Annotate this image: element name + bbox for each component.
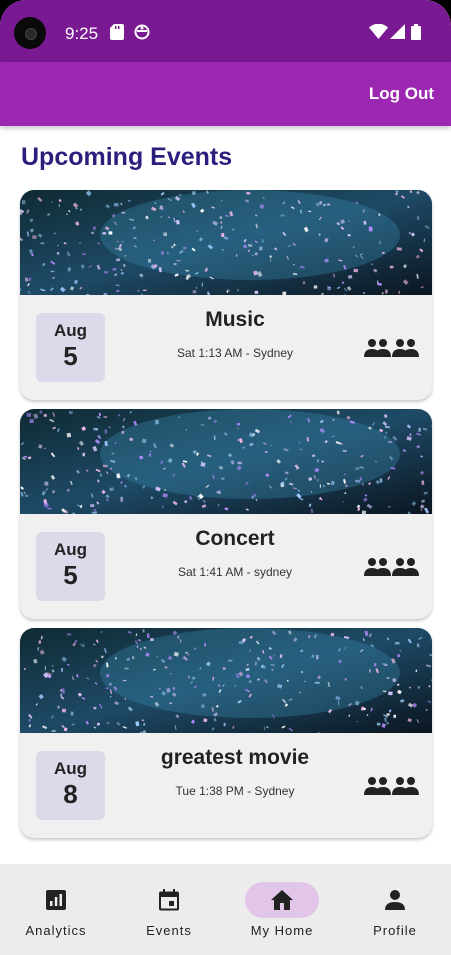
date-month: Aug (53, 540, 88, 559)
nav-label: My Home (250, 923, 314, 938)
bottom-navigation: Analytics Events My Home Profile (0, 864, 451, 955)
date-month: Aug (53, 321, 88, 340)
calendar-icon (159, 889, 179, 911)
date-badge: Aug 8 (36, 751, 105, 820)
event-card[interactable]: Aug 5 Concert Sat 1:41 AM - sydney (20, 409, 432, 619)
event-title: greatest movie (160, 746, 310, 769)
event-card[interactable]: Aug 8 greatest movie Tue 1:38 PM - Sydne… (20, 628, 432, 838)
sync-icon (134, 24, 150, 40)
attendees-icon[interactable] (364, 776, 420, 798)
battery-icon (411, 24, 421, 40)
date-day: 8 (63, 779, 78, 809)
event-image (20, 409, 432, 514)
nav-item-analytics[interactable]: Analytics (0, 864, 112, 955)
app-bar: Log Out (0, 62, 451, 126)
nav-item-profile[interactable]: Profile (339, 864, 451, 955)
event-image (20, 190, 432, 295)
sd-card-icon (110, 24, 124, 40)
nav-item-my-home[interactable]: My Home (226, 864, 338, 955)
wifi-icon (369, 24, 388, 39)
nav-label: Profile (373, 923, 417, 938)
analytics-icon (46, 890, 66, 910)
date-month: Aug (53, 759, 88, 778)
person-icon (385, 890, 405, 910)
status-bar: 9:25 (0, 0, 451, 62)
phone-screen: 9:25 Log Out Upcoming Events Aug 5 Music… (0, 0, 451, 955)
date-badge: Aug 5 (36, 313, 105, 382)
event-title: Concert (195, 527, 275, 550)
logout-button[interactable]: Log Out (369, 84, 434, 104)
page-title: Upcoming Events (21, 143, 233, 171)
signal-icon (390, 24, 405, 39)
event-datetime-location: Sat 1:41 AM - sydney (177, 565, 293, 579)
event-card[interactable]: Aug 5 Music Sat 1:13 AM - Sydney (20, 190, 432, 400)
date-badge: Aug 5 (36, 532, 105, 601)
attendees-icon[interactable] (364, 557, 420, 579)
nav-label: Analytics (25, 923, 87, 938)
date-day: 5 (63, 341, 78, 371)
event-datetime-location: Sat 1:13 AM - Sydney (176, 346, 294, 360)
event-image (20, 628, 432, 733)
home-icon (271, 890, 293, 910)
event-datetime-location: Tue 1:38 PM - Sydney (175, 784, 295, 798)
nav-item-events[interactable]: Events (113, 864, 225, 955)
date-day: 5 (63, 560, 78, 590)
event-title: Music (205, 308, 265, 331)
front-camera (14, 17, 46, 49)
status-time: 9:25 (65, 24, 99, 43)
nav-label: Events (146, 923, 192, 938)
attendees-icon[interactable] (364, 338, 420, 360)
